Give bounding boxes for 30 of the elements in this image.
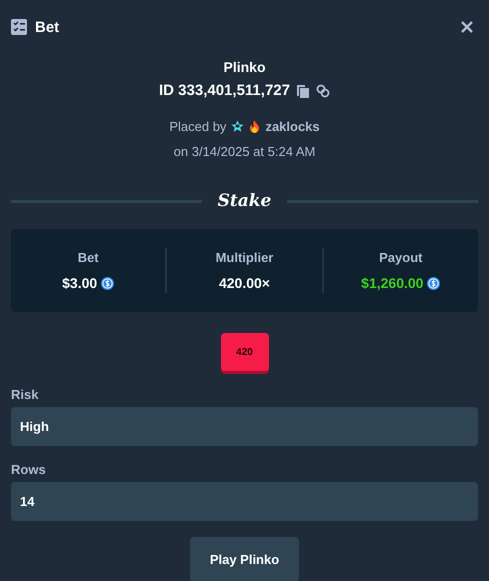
stat-value: $1,260.00 <box>361 275 424 291</box>
stat-label: Payout <box>379 250 422 265</box>
stat-label: Bet <box>78 250 99 265</box>
copy-button[interactable] <box>296 84 310 98</box>
play-button[interactable]: Play Plinko <box>190 537 300 581</box>
vip-star-icon <box>231 120 244 133</box>
bet-id: ID 333,401,511,727 <box>159 82 290 99</box>
field-label: Rows <box>11 462 47 477</box>
close-button[interactable] <box>459 19 475 35</box>
input-field[interactable]: High <box>11 407 478 446</box>
bet-slip-icon <box>11 19 27 35</box>
window-title: Bet <box>35 18 60 36</box>
copy-icon <box>296 84 310 98</box>
close-icon <box>461 21 473 33</box>
multiplier-chip: 420 <box>220 333 268 371</box>
link-icon <box>316 84 330 98</box>
brand-logo: Stake <box>218 191 272 211</box>
link-button[interactable] <box>316 84 330 98</box>
flame-icon <box>249 120 260 133</box>
game-name: Plinko <box>223 59 266 75</box>
stat-value: $3.00 <box>62 275 98 291</box>
coin-icon <box>101 276 114 290</box>
field-label: Risk <box>11 387 40 402</box>
input-field[interactable]: 14 <box>11 482 478 521</box>
placed-by-label: Placed by <box>169 119 226 134</box>
stat-label: Multiplier <box>216 250 274 265</box>
stat-value: 420.00× <box>218 275 270 291</box>
coin-icon <box>427 276 440 290</box>
bet-date: on 3/14/2025 at 5:24 AM <box>174 144 316 159</box>
username-link[interactable]: zaklocks <box>265 119 320 134</box>
